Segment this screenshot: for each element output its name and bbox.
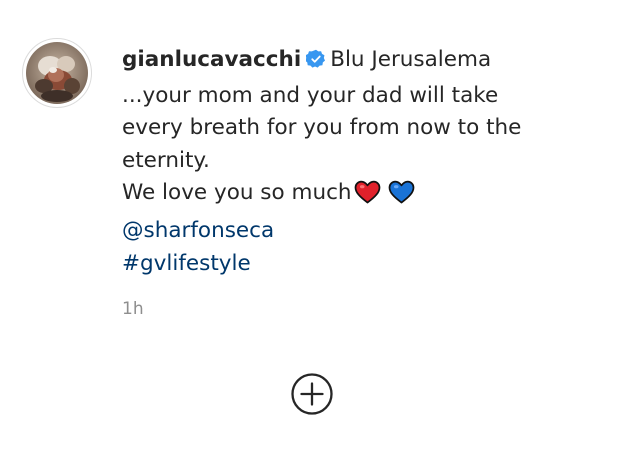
red-heart-icon — [354, 180, 381, 215]
caption: gianlucavacchi Blu Jerusalema ...your mom… — [122, 44, 592, 280]
caption-text-title: Blu Jerusalema — [330, 47, 492, 72]
mention-link[interactable]: @sharfonseca — [122, 218, 274, 243]
post-timestamp[interactable]: 1h — [122, 298, 144, 320]
avatar[interactable] — [22, 38, 92, 108]
caption-line-6: @sharfonseca — [122, 215, 592, 248]
caption-text-love: We love you so much — [122, 180, 352, 206]
caption-line-7: #gvlifestyle — [122, 248, 592, 281]
caption-line-2: ...your mom and your dad will take — [122, 82, 499, 108]
plus-circle-icon — [290, 372, 334, 420]
username-link[interactable]: gianlucavacchi — [122, 47, 301, 72]
post-caption-container: gianlucavacchi Blu Jerusalema ...your mom… — [0, 0, 620, 452]
caption-line-5: We love you so much — [122, 177, 592, 215]
hashtag-link[interactable]: #gvlifestyle — [122, 251, 251, 276]
caption-line-1: gianlucavacchi Blu Jerusalema — [122, 44, 592, 80]
caption-line-4: eternity. — [122, 147, 210, 173]
blue-heart-icon — [388, 180, 415, 215]
avatar-image — [26, 42, 88, 104]
load-more-comments-button[interactable] — [290, 372, 334, 420]
caption-line-3: every breath for you from now to the — [122, 115, 522, 141]
verified-badge-icon — [305, 47, 326, 80]
